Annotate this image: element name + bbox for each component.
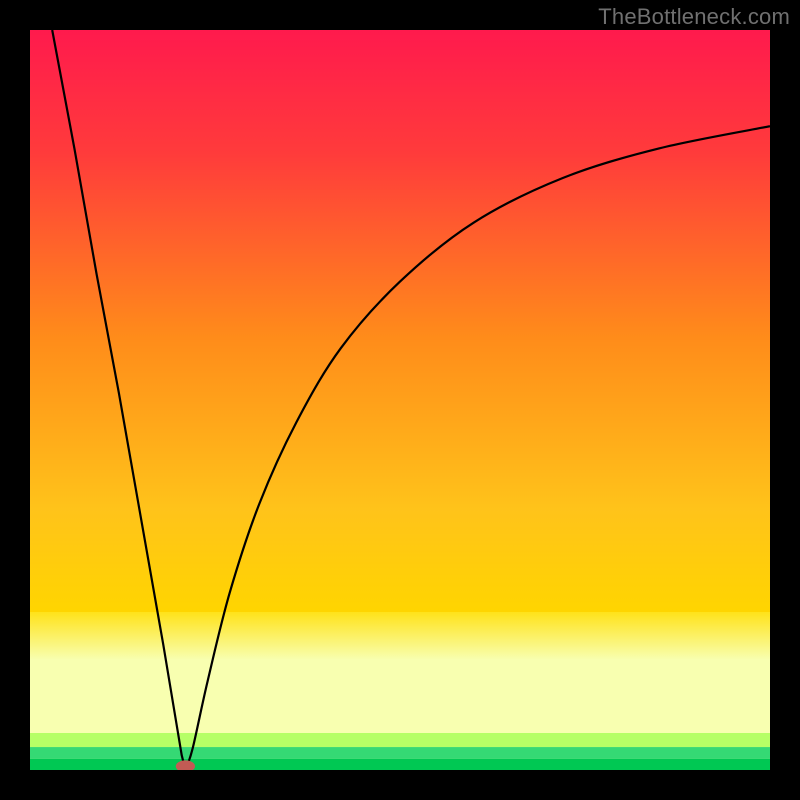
plot-area	[30, 30, 770, 770]
chart-frame: TheBottleneck.com	[0, 0, 800, 800]
bottleneck-chart	[30, 30, 770, 770]
watermark-text: TheBottleneck.com	[598, 4, 790, 30]
